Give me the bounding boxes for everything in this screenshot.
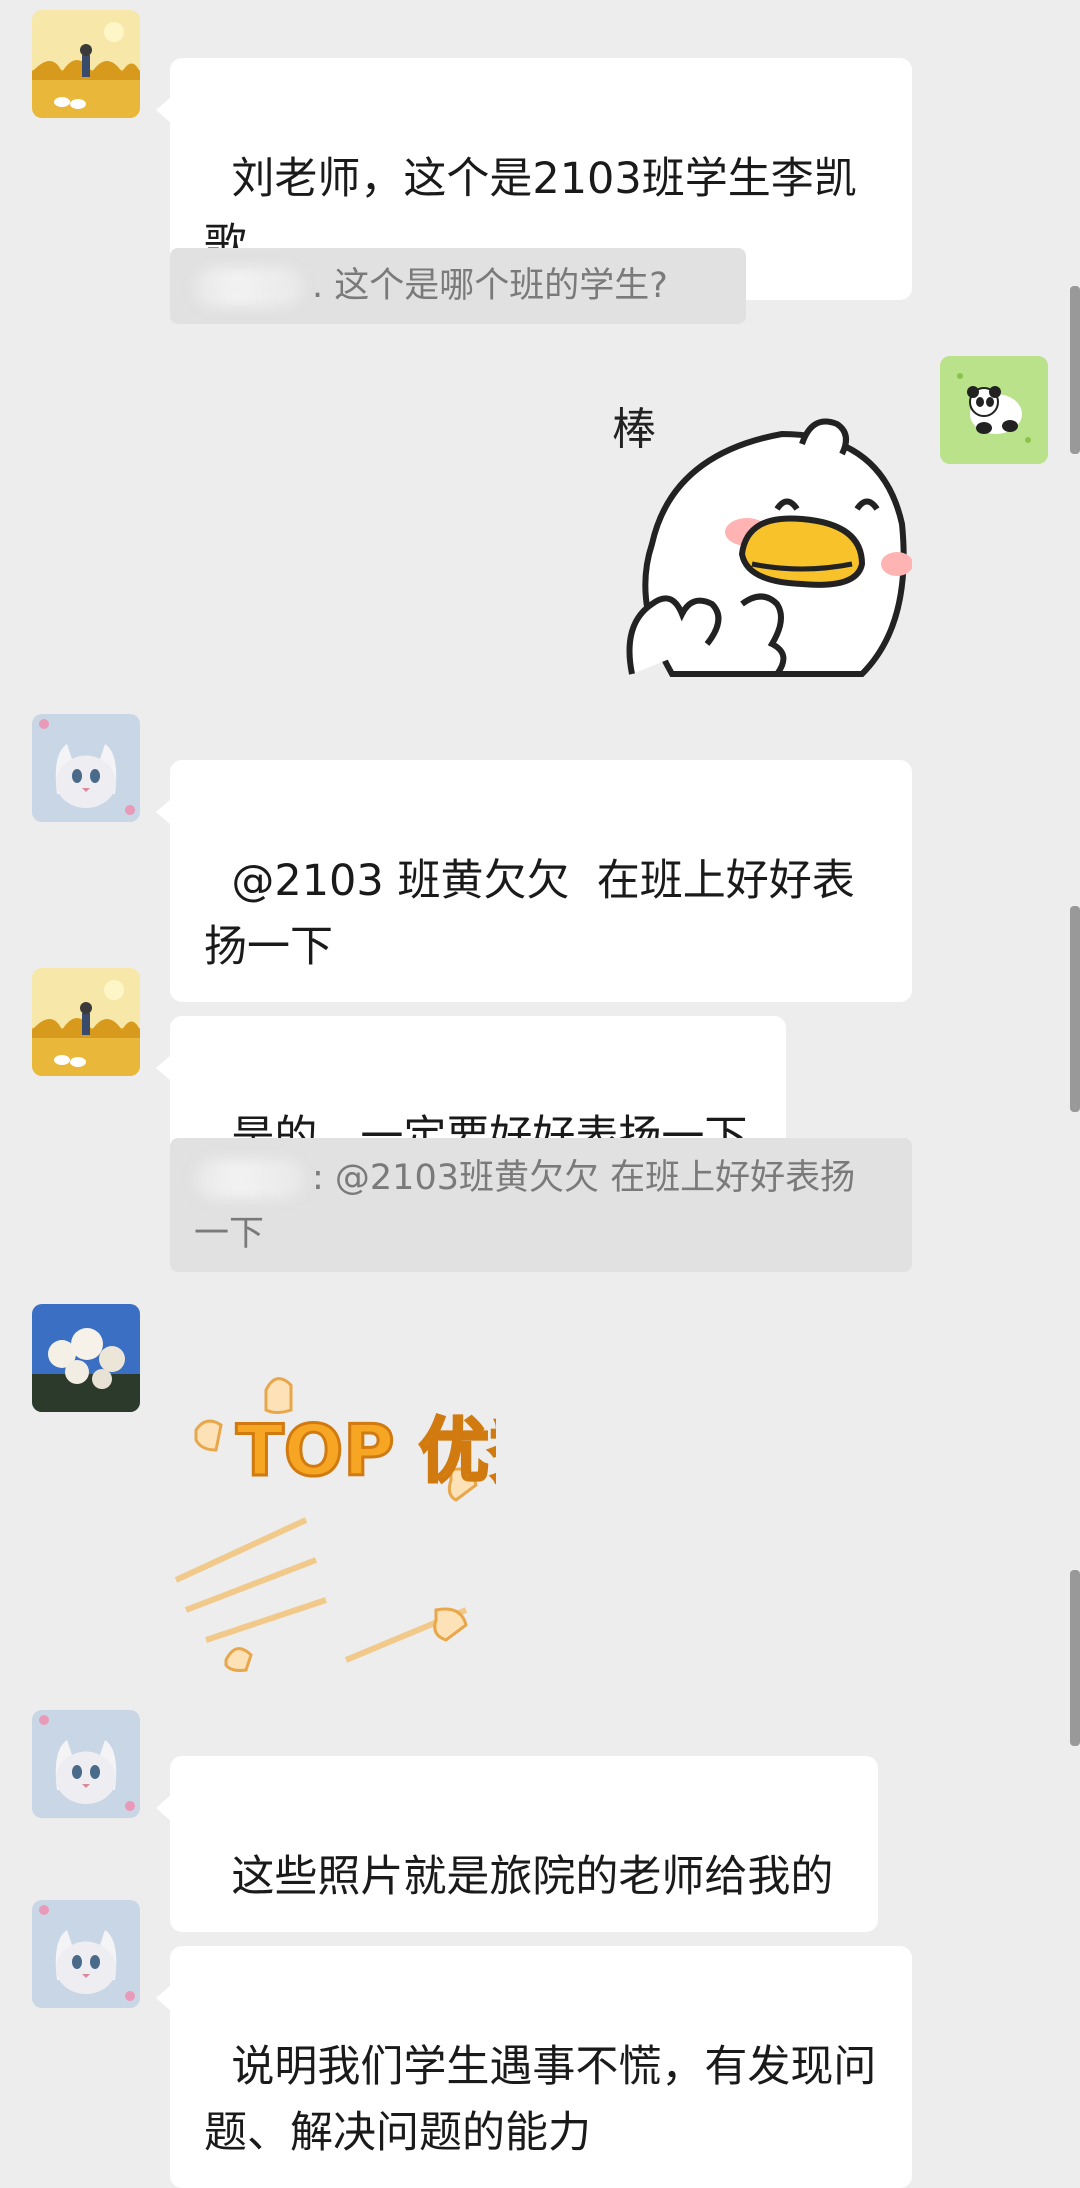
duck-thumbs-icon: 棒 [612,404,913,677]
rice-field-icon [32,10,140,118]
rice-field-avatar[interactable] [32,10,140,118]
sticker-caption: 棒 [612,404,656,455]
message-bubble[interactable]: 说明我们学生遇事不慌，有发现问题、解决问题的能力 [156,1946,912,2188]
duck-sticker[interactable]: 棒 [612,404,913,684]
cat-icon [32,1900,140,2008]
cat-avatar[interactable] [32,1900,140,2008]
magnolia-icon [32,1304,140,1412]
panda-icon [940,356,1048,464]
top-excellent-sticker[interactable]: TOP 优秀 [166,1370,560,1676]
message-bubble[interactable]: 这些照片就是旅院的老师给我的 [156,1756,878,1932]
cat-avatar[interactable] [32,714,140,822]
quoted-message[interactable]: . 这个是哪个班的学生? [170,248,746,324]
flower-avatar[interactable] [32,1304,140,1412]
cat-avatar[interactable] [32,1710,140,1818]
panda-avatar[interactable] [940,356,1048,464]
scrollbar-thumb[interactable] [1070,906,1080,1112]
cat-icon [32,714,140,822]
message-text: 这些照片就是旅院的老师给我的 [231,1852,834,1902]
rice-field-icon [32,968,140,1076]
cat-icon [32,1710,140,1818]
scrollbar-thumb[interactable] [1070,286,1080,454]
thumbs-up-icon: TOP 优秀 [174,1377,560,1672]
quoted-message[interactable]: : @2103班黄欠欠 在班上好好表扬一下 [170,1138,912,1272]
blurred-name [194,1159,304,1199]
message-text: @2103 班黄欠欠 在班上好好表扬一下 [204,856,855,972]
sticker-caption: TOP 优秀 [236,1410,496,1492]
message-text: 说明我们学生遇事不慌，有发现问题、解决问题的能力 [204,2042,877,2158]
blurred-name [194,267,304,307]
message-bubble[interactable]: @2103 班黄欠欠 在班上好好表扬一下 [156,760,912,1002]
rice-field-avatar[interactable] [32,968,140,1076]
quote-text: . 这个是哪个班的学生? [312,266,668,306]
scrollbar-thumb[interactable] [1070,1570,1080,1746]
